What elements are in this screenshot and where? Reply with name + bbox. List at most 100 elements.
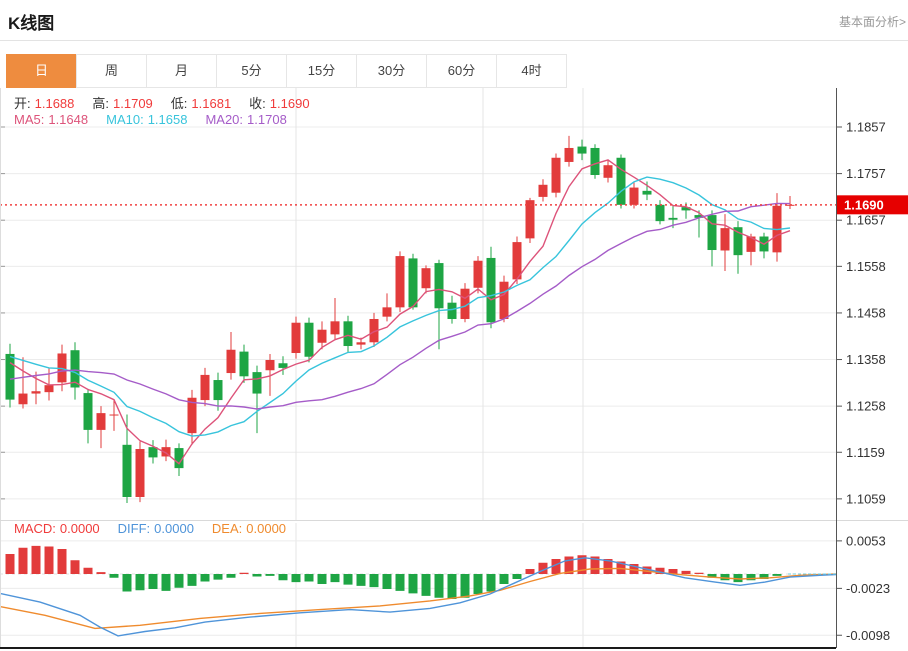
legend-item: 低:1.1681 [171,96,235,111]
candle-body [396,256,405,307]
price-tick-label: 1.1657 [846,213,886,228]
macd-bar [32,546,41,574]
candle-body [110,415,119,416]
candle-body [617,158,626,205]
candle-body [409,258,418,307]
candle-body [84,393,93,430]
candle-body [331,321,340,334]
candle-body [19,394,28,405]
candle-body [240,352,249,377]
candle-body [591,148,600,175]
macd-bar [162,574,171,591]
legend-item: MA5:1.1648 [14,112,92,127]
macd-bar [175,574,184,588]
legend-item: MACD:0.0000 [14,521,104,536]
candle-body [45,385,54,392]
candle-body [97,413,106,430]
candle-body [344,321,353,346]
price-tick-label: 1.1159 [846,445,885,460]
macd-bar [773,574,782,576]
legend-item: MA20:1.1708 [205,112,290,127]
current-price-badge-label: 1.1690 [844,197,884,212]
macd-bar [695,573,704,574]
candle-body [357,342,366,344]
macd-bar [110,574,119,578]
candle-body [279,363,288,368]
candle-body [552,158,561,193]
candle-body [578,147,587,154]
candle-body [630,188,639,205]
macd-bar [396,574,405,591]
candle-body [526,200,535,238]
macd-bar [357,574,366,586]
candle-body [253,372,262,393]
price-tick-label: 1.1358 [846,352,886,367]
macd-bar [305,574,314,582]
macd-bar [188,574,197,586]
macd-bar [123,574,132,592]
price-tick-label: 1.1458 [846,305,886,320]
diff-line [0,558,836,636]
candle-body [136,449,145,497]
macd-bar [500,574,509,584]
price-tick-label: 1.1059 [846,491,886,506]
macd-bar [19,548,28,574]
macd-bar [266,574,275,576]
macd-bar [422,574,431,596]
macd-bar [149,574,158,589]
macd-tick-label: 0.0053 [846,533,886,548]
macd-bar [435,574,444,598]
price-tick-label: 1.1558 [846,259,886,274]
candle-body [734,227,743,255]
macd-bar [409,574,418,593]
macd-bar [201,574,210,582]
macd-bar [344,574,353,585]
macd-bar [383,574,392,589]
macd-bar [461,574,470,598]
candle-body [474,261,483,288]
macd-bar [58,549,67,574]
candle-body [669,218,678,220]
candle-body [123,445,132,497]
candle-body [422,268,431,288]
candle-body [539,185,548,197]
legend-item: 开:1.1688 [14,96,78,111]
candle-body [292,323,301,353]
macd-tick-label: -0.0023 [846,581,890,596]
macd-bar [526,569,535,574]
macd-bar [318,574,327,584]
macd-bar [45,547,54,575]
macd-bar [214,574,223,580]
price-tick-label: 1.1258 [846,399,886,414]
candle-body [149,447,158,457]
macd-bar [721,574,730,580]
macd-bar [474,574,483,594]
price-tick-label: 1.1857 [846,120,886,135]
candle-body [565,148,574,162]
candle-body [6,354,15,400]
macd-bar [253,574,262,577]
macd-bar [71,560,80,574]
macd-bar [227,574,236,578]
legend-item: 高:1.1709 [92,96,156,111]
macd-legend: MACD:0.0000DIFF:0.0000DEA:0.0000 [14,521,304,536]
legend-item: DIFF:0.0000 [118,521,198,536]
legend-item: 收:1.1690 [249,96,313,111]
macd-bar [513,574,522,579]
candle-body [318,330,327,343]
macd-bar [97,572,106,574]
ohlc-legend: 开:1.1688 高:1.1709 低:1.1681 收:1.1690 [14,93,328,112]
macd-bar [279,574,288,580]
macd-bar [84,568,93,574]
legend-item: MA10:1.1658 [106,112,191,127]
price-tick-label: 1.1757 [846,166,886,181]
candle-body [383,307,392,316]
candle-body [435,263,444,308]
macd-bar [487,574,496,592]
macd-tick-label: -0.0098 [846,628,890,643]
ma-legend: MA5:1.1648 MA10:1.1658 MA20:1.1708 [14,112,305,127]
candle-body [227,350,236,373]
candle-body [32,391,41,393]
macd-bar [370,574,379,587]
candle-body [604,165,613,178]
